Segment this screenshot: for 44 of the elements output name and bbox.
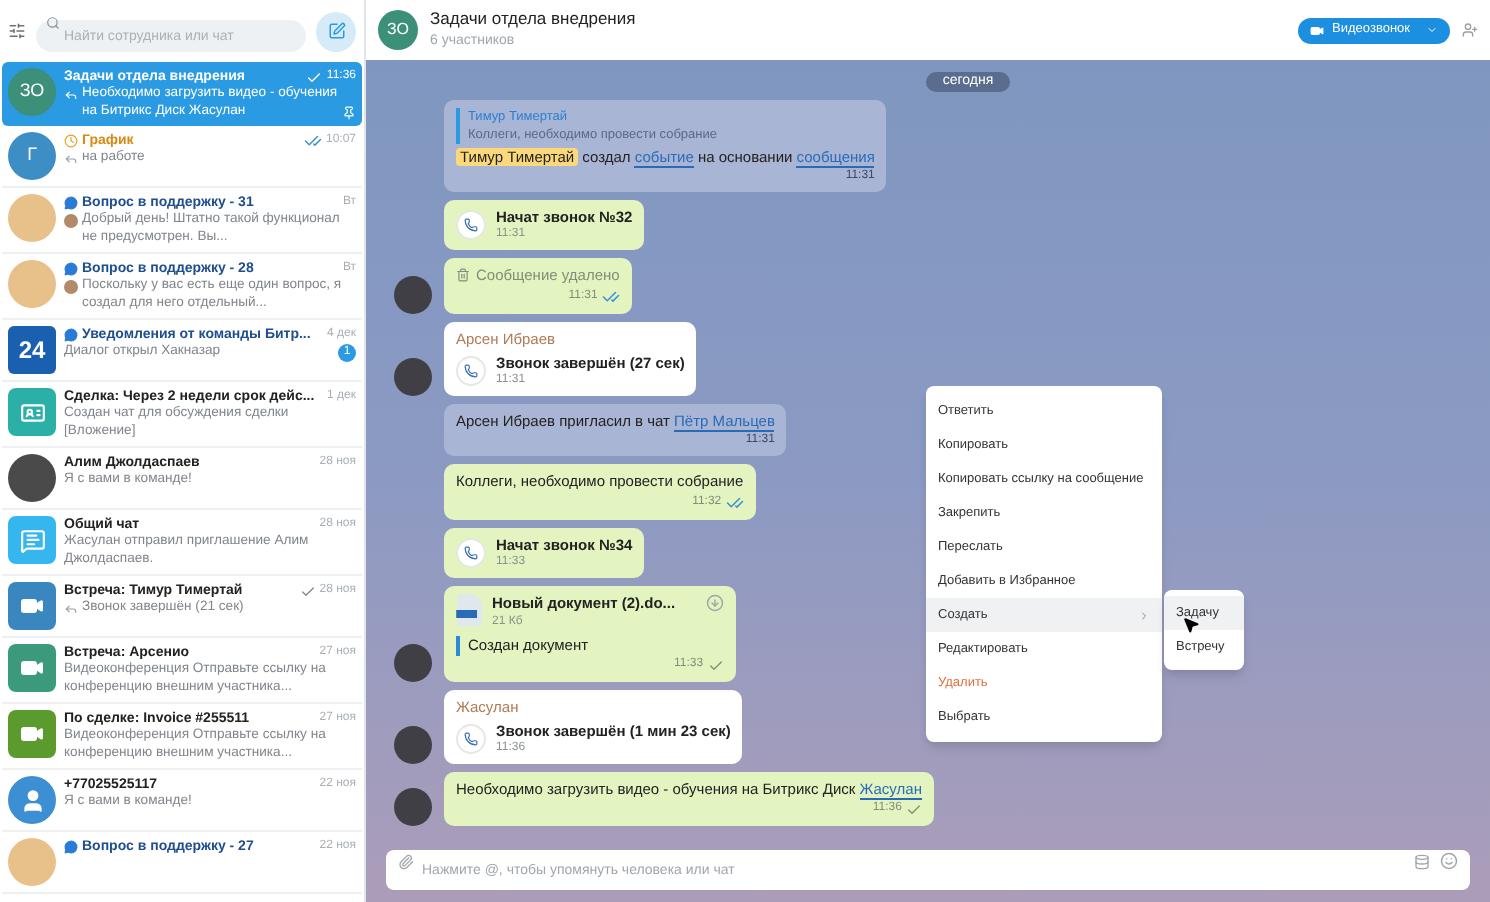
reply-icon xyxy=(64,152,78,166)
compose-icon xyxy=(327,22,345,40)
avatar: ЗО xyxy=(8,68,56,116)
reply-icon xyxy=(64,88,78,102)
caret-icon xyxy=(1426,24,1438,36)
download-icon[interactable] xyxy=(705,593,724,611)
chat-title: Задачи отдела внедрения xyxy=(430,6,638,33)
filter-icon[interactable] xyxy=(8,22,26,40)
video-camera-icon xyxy=(20,722,44,746)
video-camera-icon xyxy=(1310,23,1325,37)
mouse-cursor-icon xyxy=(1182,616,1200,634)
group-avatar-photo xyxy=(8,838,56,886)
clock-icon xyxy=(64,134,78,148)
stack-icon[interactable] xyxy=(1414,853,1430,869)
user-icon xyxy=(19,787,45,813)
chat-icon xyxy=(19,527,45,553)
add-user-icon[interactable] xyxy=(1462,22,1478,38)
phone-icon xyxy=(456,355,486,385)
document-file-icon xyxy=(456,593,482,625)
group-avatar-photo xyxy=(8,194,56,242)
chat-bubble-icon xyxy=(64,840,78,854)
video-camera-icon xyxy=(20,656,44,680)
chat-bubble-icon xyxy=(64,262,78,276)
trash-icon xyxy=(456,268,470,282)
reply-icon xyxy=(64,602,78,616)
search-icon xyxy=(46,16,60,30)
video-camera-icon xyxy=(20,594,44,618)
sender-avatar xyxy=(64,214,78,228)
phone-icon xyxy=(456,723,486,753)
chat-bubble-icon xyxy=(64,328,78,342)
sender-avatar xyxy=(64,280,78,294)
smile-icon[interactable] xyxy=(1440,852,1458,870)
avatar: Г xyxy=(8,132,56,180)
group-avatar-photo xyxy=(8,260,56,308)
compose-button[interactable] xyxy=(316,11,356,51)
phone-icon xyxy=(456,537,486,567)
chevron-icon xyxy=(1138,609,1150,621)
logo: 24 xyxy=(8,326,56,374)
chat-avatar: ЗО xyxy=(378,10,418,50)
paperclip-icon[interactable] xyxy=(398,853,414,869)
chat-bubble-icon xyxy=(64,196,78,210)
phone-icon xyxy=(456,209,486,239)
avatar-photo xyxy=(8,454,56,502)
card-icon xyxy=(19,399,45,425)
